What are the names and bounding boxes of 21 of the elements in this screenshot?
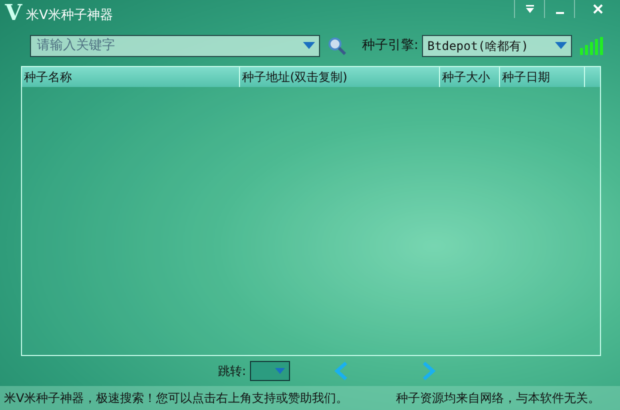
engine-combobox[interactable]: Btdepot(啥都有) (422, 35, 572, 57)
window-title: 米V米种子神器 (26, 7, 113, 25)
caret-icon (275, 368, 286, 374)
column-header[interactable]: 种子日期 (500, 67, 585, 87)
column-header[interactable]: 种子地址(双击复制) (240, 67, 440, 87)
minimize-icon (556, 12, 564, 14)
status-text: 种子资源均来自网络，与本软件无关。 (396, 390, 600, 407)
engine-label: 种子引擎: (362, 37, 418, 56)
signal-icon (580, 37, 606, 55)
status-text: 米V米种子神器，极速搜索！您可以点击右上角支持或赞助我们。 (4, 390, 348, 407)
caret-icon (303, 42, 315, 50)
column-header[interactable]: 种子名称 (22, 67, 240, 87)
app-logo: V (5, 1, 22, 25)
engine-value: Btdepot(啥都有) (427, 38, 530, 55)
close-icon (592, 4, 602, 14)
jump-label: 跳转: (218, 363, 246, 380)
column-header[interactable]: 种子大小 (440, 67, 500, 87)
search-icon[interactable] (328, 37, 346, 55)
page-select[interactable] (250, 361, 290, 381)
menu-icon (524, 4, 534, 14)
caret-icon (555, 42, 568, 50)
